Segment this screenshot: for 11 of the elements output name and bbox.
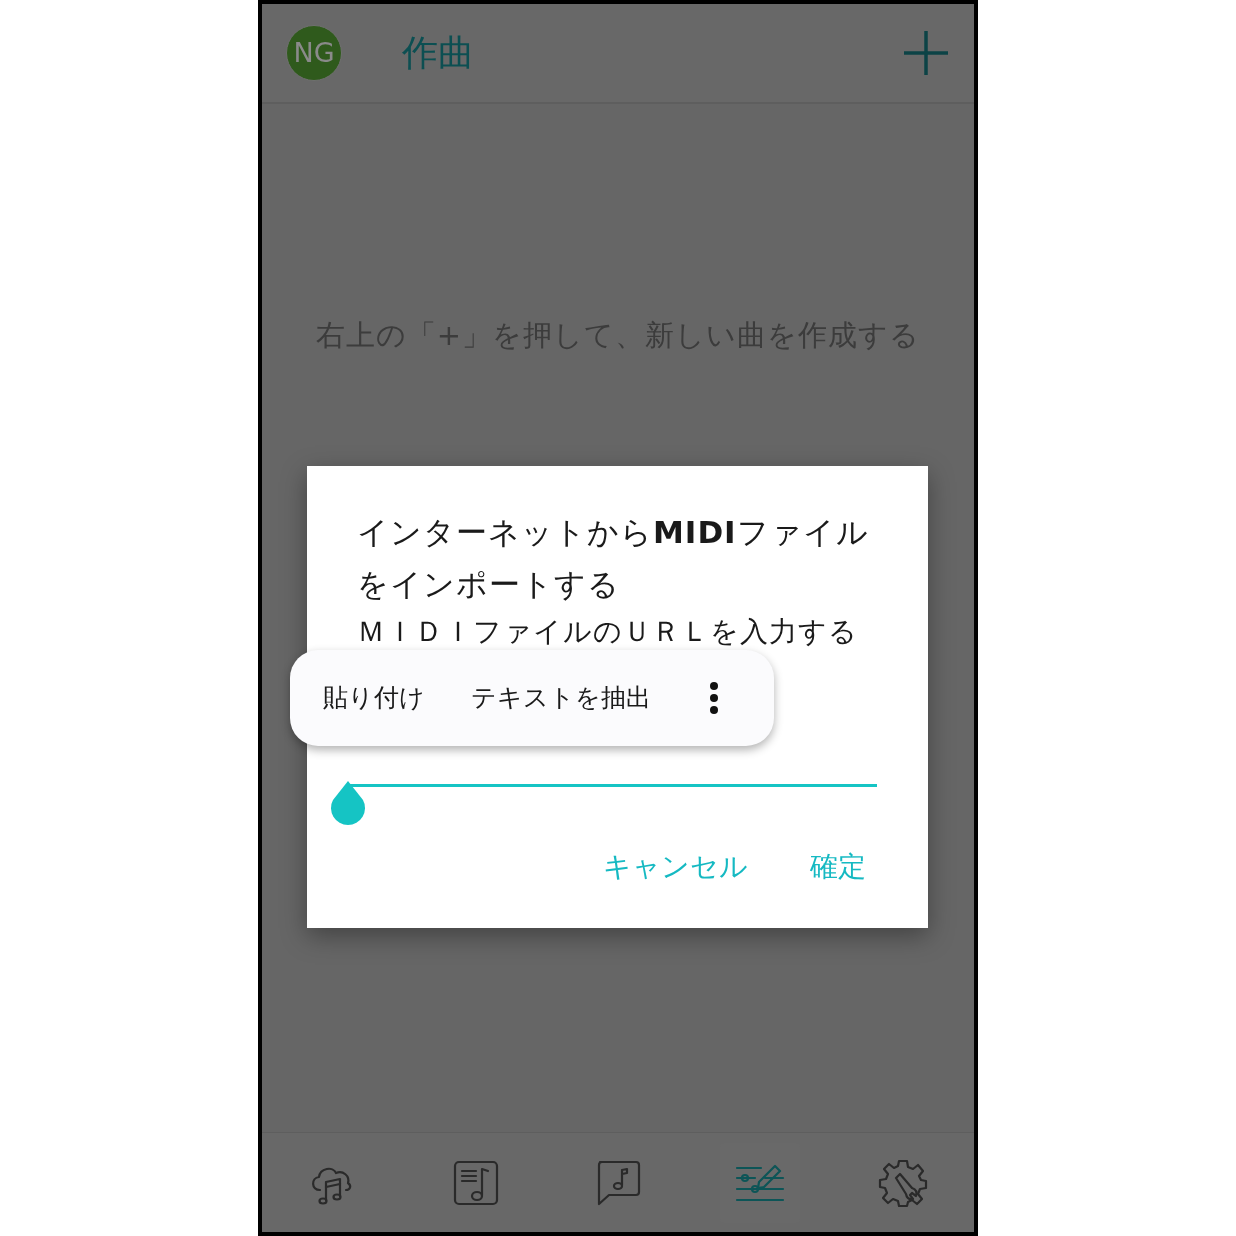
app-title: 作曲 xyxy=(402,31,474,75)
more-icon[interactable] xyxy=(709,681,719,715)
music-sheet-icon xyxy=(451,1158,500,1207)
settings-icon xyxy=(877,1157,928,1208)
add-icon[interactable] xyxy=(902,29,950,77)
dialog-message: ＭＩＤＩファイルのＵＲＬを入力する xyxy=(357,614,859,650)
dialog-button[interactable]: キャンセル xyxy=(603,846,748,888)
avatar[interactable]: NG xyxy=(286,25,342,81)
dialog-button[interactable]: 確定 xyxy=(810,846,866,888)
menu-item[interactable]: テキストを抽出 xyxy=(471,679,651,717)
menu-item[interactable]: 貼り付け xyxy=(323,679,425,717)
